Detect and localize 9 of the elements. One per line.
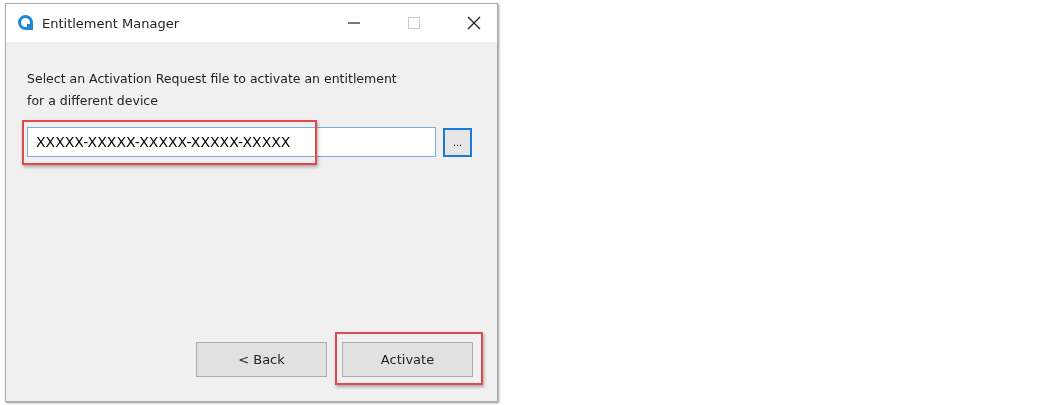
- dialog-button[interactable]: Activate: [342, 342, 473, 377]
- maximize-icon: [407, 16, 421, 30]
- close-icon[interactable]: [467, 16, 481, 30]
- window-title: Entitlement Manager: [42, 15, 179, 31]
- app-logo-icon: [18, 15, 34, 31]
- dialog-button[interactable]: < Back: [196, 342, 327, 377]
- instruction-text: Select an Activation Request file to activate an entitlement for a different device: [27, 70, 398, 110]
- request-field[interactable]: XXXXX-XXXXX-XXXXX-XXXXX-XXXXX: [27, 127, 436, 157]
- browse-button[interactable]: ...: [443, 127, 472, 157]
